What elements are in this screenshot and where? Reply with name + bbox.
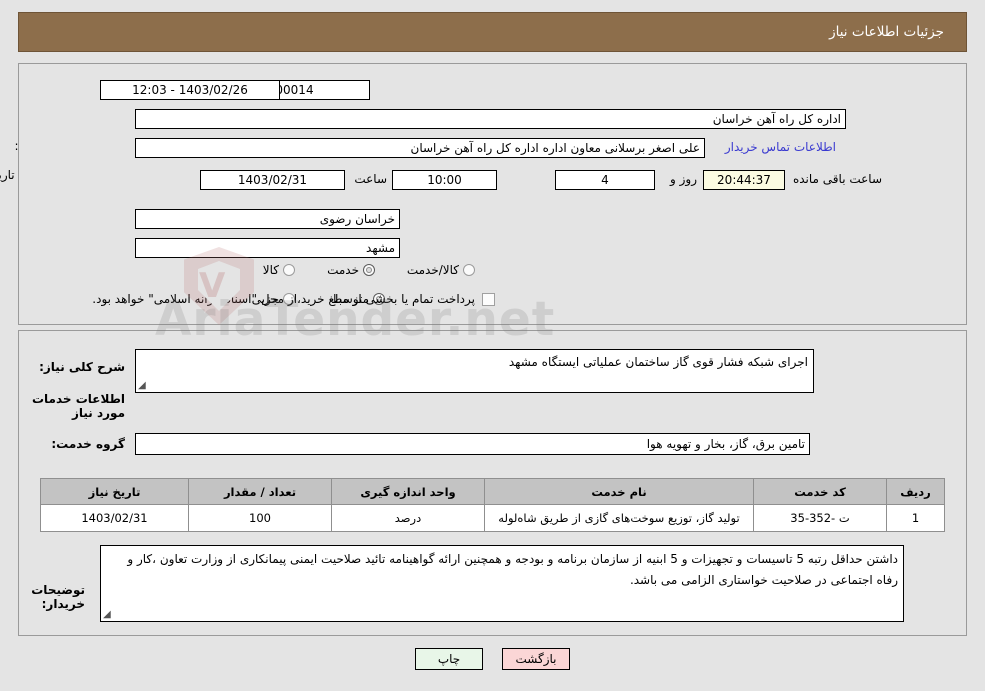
deadline-days-label: روز و — [670, 172, 697, 186]
th-service-code: کد خدمت — [753, 478, 887, 505]
buyer-contact-link[interactable]: اطلاعات تماس خریدار — [725, 140, 836, 154]
general-desc-text: اجرای شبکه فشار قوی گاز ساختمان عملیاتی … — [508, 355, 808, 369]
page-title: جزئیات اطلاعات نیاز — [829, 24, 944, 40]
request-creator-input[interactable]: علی اصغر برسلانی معاون اداره اداره کل را… — [135, 138, 705, 158]
buyer-notes-resize-grip-icon[interactable]: ◣ — [103, 609, 113, 620]
services-section-title: اطلاعات خدمات مورد نیاز — [31, 392, 125, 420]
buyer-notes-textarea[interactable]: داشتن حداقل رتبه 5 تاسیسات و تجهیزات و 5… — [100, 545, 904, 622]
cell-service-code: ت -352-35 — [753, 504, 887, 532]
radio-khedmat[interactable]: خدمت — [323, 263, 375, 277]
radio-kala-khedmat[interactable]: کالا/خدمت — [403, 263, 475, 277]
page-header: جزئیات اطلاعات نیاز — [18, 12, 967, 52]
treasury-bonds-checkbox[interactable] — [482, 292, 495, 306]
table-row[interactable]: 1 ت -352-35 تولید گاز، توزیع سوخت‌های گا… — [40, 504, 945, 532]
deadline-days-input[interactable]: 4 — [555, 170, 655, 190]
radio-khedmat-label: خدمت — [327, 263, 359, 277]
radio-kala-label: کالا — [262, 263, 279, 277]
radio-kala-khedmat-label: کالا/خدمت — [406, 263, 459, 277]
buyer-notes-text: داشتن حداقل رتبه 5 تاسیسات و تجهیزات و 5… — [127, 552, 898, 587]
resize-grip-icon[interactable]: ◣ — [138, 380, 148, 391]
service-group-label: گروه خدمت: — [51, 437, 125, 451]
cell-need-date: 1403/02/31 — [40, 504, 189, 532]
table-header-row: ردیف کد خدمت نام خدمت واحد اندازه گیری ت… — [40, 478, 945, 505]
deadline-date-input[interactable]: 1403/02/31 — [200, 170, 345, 190]
cell-unit: درصد — [331, 504, 485, 532]
radio-kala-khedmat-circle-icon[interactable] — [463, 264, 475, 276]
back-button[interactable]: بازگشت — [502, 648, 570, 670]
th-unit: واحد اندازه گیری — [331, 478, 485, 505]
deadline-time-label: ساعت — [354, 172, 387, 186]
radio-khedmat-circle-icon[interactable] — [363, 264, 375, 276]
th-need-date: تاریخ نیاز — [40, 478, 189, 505]
buyer-org-input[interactable]: اداره کل راه آهن خراسان — [135, 109, 846, 129]
deadline-countdown-timer: 20:44:37 — [703, 170, 785, 190]
deadline-time-input[interactable]: 10:00 — [392, 170, 497, 190]
print-button[interactable]: چاپ — [415, 648, 483, 670]
public-announce-input[interactable]: 1403/02/26 - 12:03 — [100, 80, 280, 100]
delivery-province-input[interactable]: خراسان رضوی — [135, 209, 400, 229]
action-buttons-bar: بازگشت چاپ — [0, 648, 985, 670]
th-row-no: ردیف — [886, 478, 945, 505]
general-desc-textarea[interactable]: اجرای شبکه فشار قوی گاز ساختمان عملیاتی … — [135, 349, 814, 393]
cell-row-no: 1 — [886, 504, 945, 532]
radio-kala[interactable]: کالا — [259, 263, 295, 277]
treasury-bonds-option[interactable]: پرداخت تمام یا بخشی از مبلغ خرید،از محل … — [88, 292, 495, 306]
services-table: ردیف کد خدمت نام خدمت واحد اندازه گیری ت… — [40, 478, 945, 532]
delivery-city-input[interactable]: مشهد — [135, 238, 400, 258]
buyer-notes-label: توضیحات خریدار: — [31, 583, 85, 611]
cell-service-name: تولید گاز، توزیع سوخت‌های گازی از طریق ش… — [484, 504, 754, 532]
deadline-remaining-label: ساعت باقی مانده — [792, 172, 882, 186]
need-info-panel — [18, 63, 967, 325]
general-desc-label: شرح کلی نیاز: — [39, 360, 125, 374]
treasury-bonds-note: پرداخت تمام یا بخشی از مبلغ خرید،از محل … — [92, 292, 475, 306]
th-service-name: نام خدمت — [484, 478, 754, 505]
service-group-input[interactable]: تامین برق، گاز، بخار و تهویه هوا — [135, 433, 810, 455]
radio-kala-circle-icon[interactable] — [283, 264, 295, 276]
cell-quantity: 100 — [188, 504, 332, 532]
th-quantity: تعداد / مقدار — [188, 478, 332, 505]
